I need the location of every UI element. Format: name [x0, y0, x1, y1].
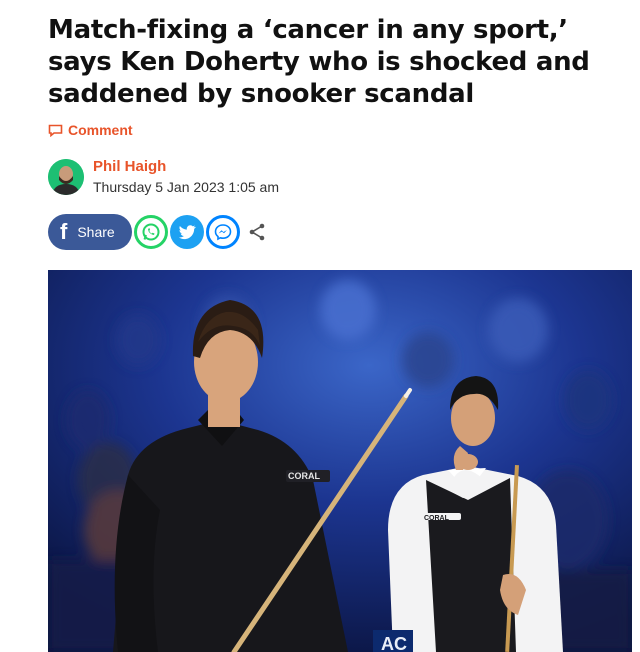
publish-date: Thursday 5 Jan 2023 1:05 am [93, 179, 280, 195]
twitter-share-button[interactable] [170, 215, 204, 249]
article-photo: CORAL CORAL AC [48, 270, 632, 652]
facebook-icon: f [60, 219, 68, 244]
article-headline: Match-fixing a ‘cancer in any sport,’ sa… [48, 15, 590, 109]
messenger-share-button[interactable] [206, 215, 240, 249]
share-icon [249, 223, 265, 241]
whatsapp-share-button[interactable] [134, 215, 168, 249]
messenger-icon [214, 224, 232, 241]
share-bar: f Share [48, 214, 270, 250]
comment-label: Comment [68, 122, 133, 138]
author-name[interactable]: Phil Haigh [93, 158, 279, 176]
jersey-logo-left: CORAL [288, 471, 320, 481]
jersey-logo-right: CORAL [424, 515, 450, 522]
author-avatar[interactable] [48, 159, 84, 195]
facebook-share-button[interactable]: f Share [48, 214, 132, 250]
comment-icon [48, 124, 63, 137]
arena-sign: AC [381, 634, 407, 652]
share-more-button[interactable] [244, 219, 270, 245]
whatsapp-icon [142, 223, 160, 241]
facebook-share-label: Share [77, 224, 115, 240]
byline: Phil Haigh Thursday 5 Jan 2023 1:05 am [48, 158, 279, 196]
twitter-icon [178, 225, 196, 240]
comment-link[interactable]: Comment [48, 122, 133, 138]
